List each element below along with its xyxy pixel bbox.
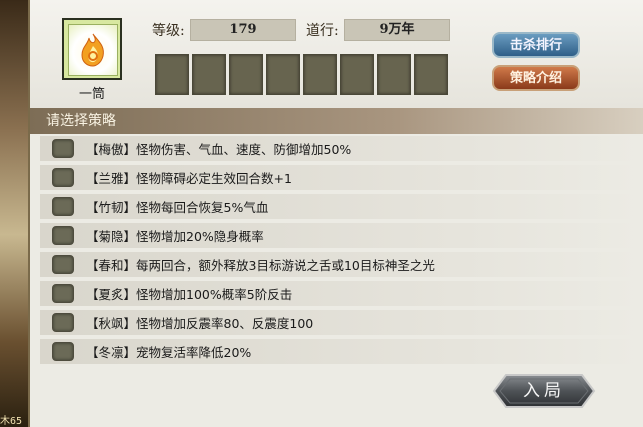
item-slot[interactable] <box>340 54 374 95</box>
strategy-label: 【秋飒】怪物增加反震率80、反震度100 <box>86 316 314 331</box>
enter-button-label: 入局 <box>523 381 565 401</box>
item-slot[interactable] <box>192 54 226 95</box>
level-label: 等级: <box>152 23 185 39</box>
flame-icon <box>81 33 104 67</box>
list-item[interactable]: 【竹韧】怪物每回合恢复5%气血 <box>40 194 640 219</box>
strategy-label: 【兰雅】怪物障碍必定生效回合数+1 <box>86 171 292 186</box>
strategy-intro-button[interactable]: 策略介绍 <box>492 65 580 91</box>
list-item[interactable]: 【秋飒】怪物增加反震率80、反震度100 <box>40 310 640 335</box>
player-name: 一筒 <box>78 87 105 102</box>
list-item[interactable]: 【梅傲】怪物伤害、气血、速度、防御增加50% <box>40 136 640 161</box>
strategy-label: 【竹韧】怪物每回合恢复5%气血 <box>86 200 269 215</box>
strategy-panel: 一筒 等级: 179 道行: 9万年 击杀排行 策略介绍 请选择策略 【梅傲】怪… <box>28 0 643 427</box>
avatar-portrait <box>68 24 118 76</box>
strategy-checkbox[interactable] <box>52 255 74 274</box>
item-slot[interactable] <box>414 54 448 95</box>
enter-button[interactable]: 入局 <box>492 373 596 409</box>
item-slot[interactable] <box>155 54 189 95</box>
section-title: 请选择策略 <box>30 108 643 134</box>
strategy-label: 【春和】每两回合，额外释放3目标游说之舌或10目标神圣之光 <box>86 258 435 273</box>
item-slot[interactable] <box>377 54 411 95</box>
list-item[interactable]: 【夏炙】怪物增加100%概率5阶反击 <box>40 281 640 306</box>
strategy-checkbox[interactable] <box>52 284 74 303</box>
strategy-label: 【冬凛】宠物复活率降低20% <box>86 345 252 360</box>
list-item[interactable]: 【兰雅】怪物障碍必定生效回合数+1 <box>40 165 640 190</box>
list-item[interactable]: 【冬凛】宠物复活率降低20% <box>40 339 640 364</box>
background-text: 木65 <box>0 416 23 427</box>
strategy-checkbox[interactable] <box>52 342 74 361</box>
game-background-left <box>0 0 28 427</box>
daoxing-label: 道行: <box>306 23 339 39</box>
strategy-checkbox[interactable] <box>52 226 74 245</box>
strategy-checkbox[interactable] <box>52 313 74 332</box>
strategy-checkbox[interactable] <box>52 197 74 216</box>
strategy-list: 【梅傲】怪物伤害、气血、速度、防御增加50% 【兰雅】怪物障碍必定生效回合数+1… <box>40 136 640 368</box>
strategy-checkbox[interactable] <box>52 168 74 187</box>
avatar <box>62 18 122 80</box>
list-item[interactable]: 【春和】每两回合，额外释放3目标游说之舌或10目标神圣之光 <box>40 252 640 277</box>
strategy-label: 【梅傲】怪物伤害、气血、速度、防御增加50% <box>86 142 352 157</box>
item-slot[interactable] <box>266 54 300 95</box>
strategy-label: 【夏炙】怪物增加100%概率5阶反击 <box>86 287 293 302</box>
item-slot[interactable] <box>229 54 263 95</box>
player-info-area: 一筒 等级: 179 道行: 9万年 击杀排行 策略介绍 <box>30 0 643 108</box>
level-value: 179 <box>190 19 296 41</box>
strategy-label: 【菊隐】怪物增加20%隐身概率 <box>86 229 264 244</box>
list-item[interactable]: 【菊隐】怪物增加20%隐身概率 <box>40 223 640 248</box>
daoxing-value: 9万年 <box>344 19 450 41</box>
kill-rank-button[interactable]: 击杀排行 <box>492 32 580 58</box>
strategy-checkbox[interactable] <box>52 139 74 158</box>
item-slot[interactable] <box>303 54 337 95</box>
